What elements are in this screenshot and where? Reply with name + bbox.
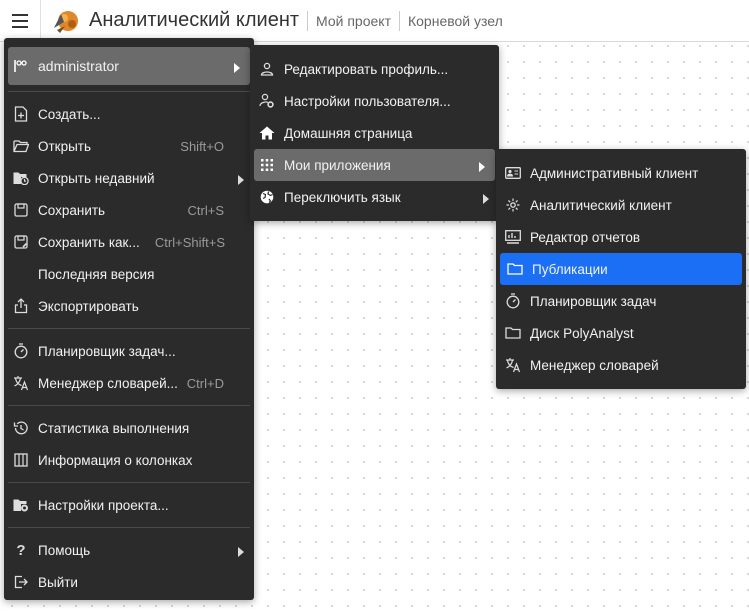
menu-item-analytic-client[interactable]: Аналитический клиент [496, 189, 746, 221]
app-title: Аналитический клиент [89, 9, 300, 31]
menu-item-save-as[interactable]: Сохранить как... Ctrl+Shift+S [4, 226, 254, 258]
menu-item-publications[interactable]: Публикации [500, 253, 742, 285]
folder-icon [507, 261, 523, 277]
report-chart-icon [505, 229, 521, 245]
home-icon [259, 125, 275, 141]
stopwatch-icon [505, 293, 521, 309]
menu-item-logout[interactable]: Выйти [4, 566, 254, 598]
menu-item-polyanalyst-disk[interactable]: Диск PolyAnalyst [496, 317, 746, 349]
shortcut-label: Ctrl+S [187, 202, 224, 218]
menu-item-dictionary-manager[interactable]: Менеджер словарей... Ctrl+D [4, 367, 254, 399]
menu-item-edit-profile[interactable]: Редактировать профиль... [250, 53, 499, 85]
menu-item-home-page[interactable]: Домашняя страница [250, 117, 499, 149]
globe-icon [259, 189, 275, 205]
apps-grid-icon [259, 157, 275, 173]
stopwatch-icon [13, 343, 29, 359]
recent-folder-icon [13, 170, 29, 186]
polyanalyst-logo-icon [54, 10, 78, 33]
folder-settings-icon [13, 497, 29, 513]
chevron-right-icon [479, 160, 485, 175]
menu-item-switch-language[interactable]: Переключить язык [250, 181, 499, 213]
chevron-right-icon [238, 173, 244, 188]
main-menu: administrator Создать... Открыть Shift+O… [4, 38, 254, 600]
shortcut-label: Shift+O [180, 138, 224, 154]
translate-icon [505, 357, 521, 373]
question-icon: ? [16, 541, 26, 559]
breadcrumb-project[interactable]: Мой проект [307, 10, 391, 31]
chevron-right-icon [238, 545, 244, 560]
app-header: Аналитический клиент Мой проект Корневой… [0, 0, 749, 42]
menu-item-help[interactable]: ? Помощь [4, 534, 254, 566]
spark-icon [505, 197, 521, 213]
menu-item-column-info[interactable]: Информация о колонках [4, 444, 254, 476]
history-icon [13, 420, 29, 436]
menu-item-my-apps[interactable]: Мои приложения [254, 149, 495, 181]
shortcut-label: Ctrl+Shift+S [154, 234, 225, 250]
new-file-icon [13, 106, 29, 122]
menu-item-admin-client[interactable]: Административный клиент [496, 157, 746, 189]
menu-item-report-editor[interactable]: Редактор отчетов [496, 221, 746, 253]
user-icon [259, 61, 275, 77]
breadcrumb-node[interactable]: Корневой узел [398, 10, 503, 31]
menu-item-scheduler[interactable]: Планировщик задач... [4, 335, 254, 367]
menu-item-user-settings[interactable]: Настройки пользователя... [250, 85, 499, 117]
menu-item-execution-stats[interactable]: Статистика выполнения [4, 412, 254, 444]
hamburger-menu-button[interactable] [0, 0, 41, 41]
divider [8, 482, 250, 483]
menu-item-export[interactable]: Экспортировать [4, 290, 254, 322]
columns-icon [13, 452, 29, 468]
divider [8, 328, 250, 329]
id-card-icon [505, 165, 521, 181]
export-icon [13, 298, 29, 314]
shortcut-label: Ctrl+D [186, 375, 224, 391]
menu-item-create[interactable]: Создать... [4, 98, 254, 130]
divider [8, 405, 250, 406]
apps-submenu: Административный клиент Аналитический кл… [496, 149, 746, 389]
save-icon [13, 202, 29, 218]
chevron-right-icon [483, 192, 489, 207]
menu-item-dictionary-manager-app[interactable]: Менеджер словарей [496, 349, 746, 381]
menu-item-open[interactable]: Открыть Shift+O [4, 130, 254, 162]
menu-item-latest-version[interactable]: Последняя версия [4, 258, 254, 290]
save-as-icon [13, 234, 29, 250]
user-settings-icon [259, 93, 275, 109]
folder-open-icon [13, 138, 29, 154]
menu-item-project-settings[interactable]: Настройки проекта... [4, 489, 254, 521]
user-name-label: administrator [38, 58, 119, 74]
menu-item-task-scheduler[interactable]: Планировщик задач [496, 285, 746, 317]
folder-icon [505, 325, 521, 341]
menu-item-open-recent[interactable]: Открыть недавний [4, 162, 254, 194]
user-submenu: Редактировать профиль... Настройки польз… [250, 45, 499, 221]
menu-item-user[interactable]: administrator [8, 47, 250, 85]
chevron-right-icon [234, 61, 240, 76]
divider [8, 527, 250, 528]
hamburger-icon [12, 13, 28, 28]
divider [8, 91, 250, 92]
menu-item-save[interactable]: Сохранить Ctrl+S [4, 194, 254, 226]
user-flag-icon [13, 58, 29, 74]
logout-icon [13, 574, 29, 590]
translate-icon [13, 375, 29, 391]
